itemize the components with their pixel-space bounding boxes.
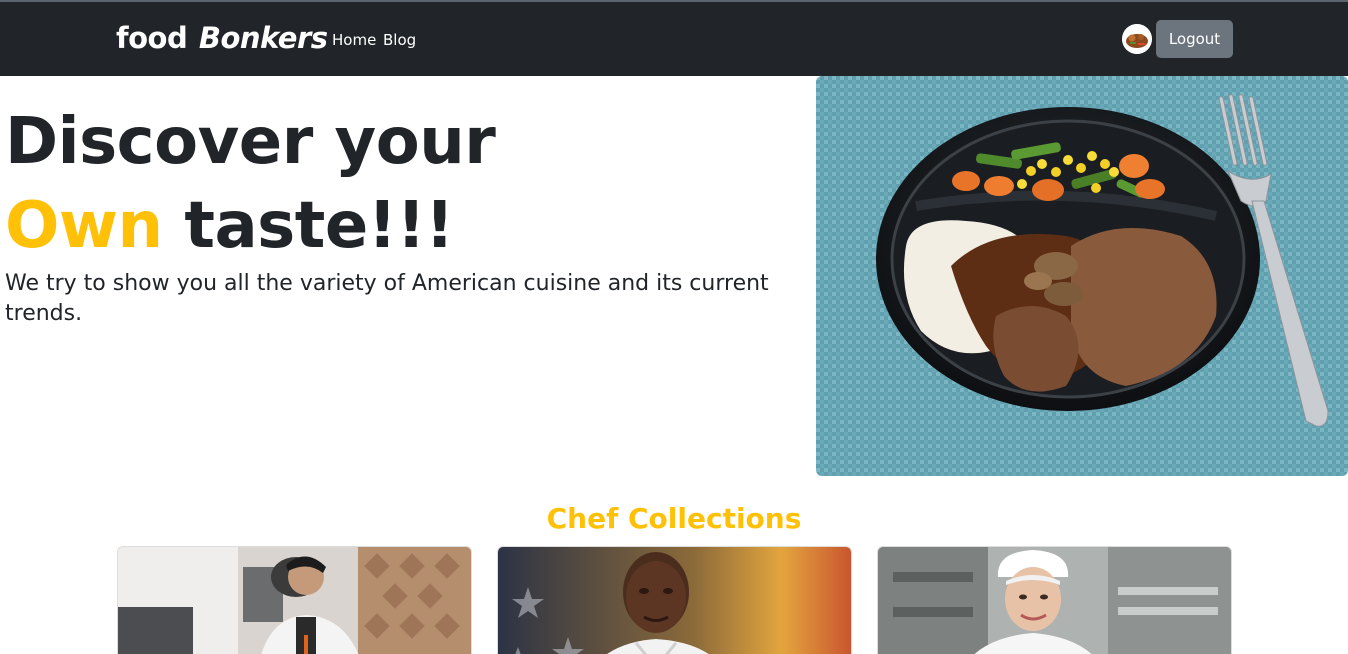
brand-part1: food xyxy=(116,21,188,55)
navbar: food Bonkers Home Blog Logout xyxy=(0,2,1348,76)
hero-title: Discover your Own taste!!! xyxy=(5,100,496,268)
hero-title-line2: Own taste!!! xyxy=(5,184,495,268)
nav-link-home[interactable]: Home xyxy=(332,31,376,49)
chef-card-1[interactable] xyxy=(117,546,472,654)
hero-title-rest: taste!!! xyxy=(162,189,454,263)
hero-title-accent: Own xyxy=(5,189,163,263)
chef-card-3[interactable] xyxy=(877,546,1232,654)
hero-title-line1: Discover your xyxy=(5,105,496,179)
hero-subtitle: We try to show you all the variety of Am… xyxy=(5,271,769,326)
brand-logo[interactable]: food Bonkers xyxy=(116,21,328,55)
chef-card-2[interactable] xyxy=(497,546,852,654)
hero-food-image xyxy=(816,76,1348,476)
user-avatar[interactable] xyxy=(1122,24,1152,54)
nav-link-blog[interactable]: Blog xyxy=(383,31,416,49)
chef-collections-title: Chef Collections xyxy=(546,502,802,535)
brand-part2: Bonkers xyxy=(198,21,328,55)
logout-button[interactable]: Logout xyxy=(1156,20,1233,58)
